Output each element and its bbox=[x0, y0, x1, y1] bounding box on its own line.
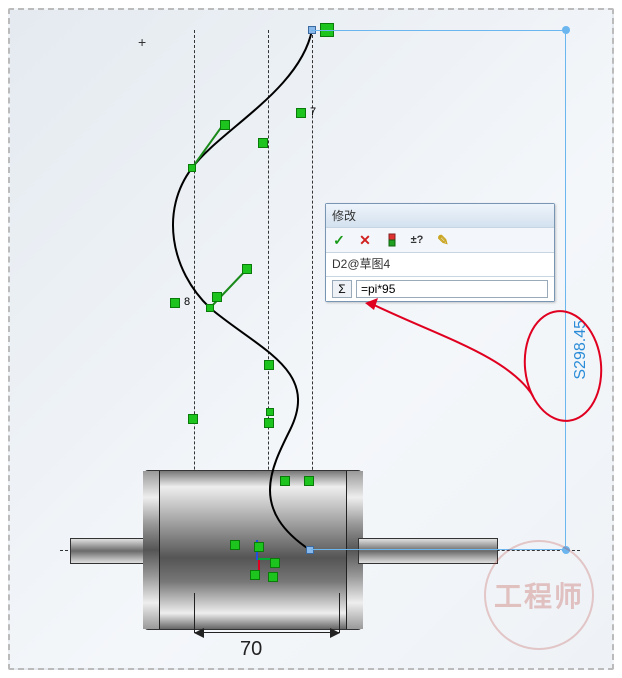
constraint-tangent-icon[interactable] bbox=[258, 138, 268, 148]
constraint-handle-icon-1[interactable] bbox=[220, 120, 230, 130]
dimension-horizontal-value[interactable]: 70 bbox=[240, 638, 262, 661]
constraint-vertical-icon[interactable] bbox=[264, 360, 274, 370]
tolerance-button[interactable]: ±? bbox=[408, 231, 426, 249]
rebuild-button[interactable] bbox=[382, 231, 400, 249]
constraint-icon-8[interactable] bbox=[254, 542, 264, 552]
dialog-toolbar: ✓ ✕ ±? ✎ bbox=[326, 227, 554, 253]
mark-button[interactable]: ✎ bbox=[434, 231, 452, 249]
spline-point-3[interactable] bbox=[266, 408, 274, 416]
dimension-input[interactable] bbox=[356, 280, 548, 298]
dialog-input-row: Σ bbox=[326, 276, 554, 301]
constraint-label-8: 8 bbox=[184, 296, 190, 308]
spline-point-2[interactable] bbox=[206, 304, 214, 312]
constraint-icon-10[interactable] bbox=[250, 570, 260, 580]
dimension-horizontal[interactable] bbox=[194, 632, 340, 633]
dimension-link-label: D2@草图4 bbox=[326, 253, 554, 276]
constraint-icon-6[interactable] bbox=[304, 476, 314, 486]
dimension-vertical-value[interactable]: S298.45 bbox=[572, 320, 590, 380]
constraint-label-7: 7 bbox=[310, 106, 316, 118]
constraint-icon-9[interactable] bbox=[270, 558, 280, 568]
constraint-icon-4[interactable] bbox=[264, 418, 274, 428]
constraint-horizontal-icon[interactable] bbox=[296, 108, 306, 118]
dimension-vertical[interactable] bbox=[565, 30, 566, 550]
cancel-button[interactable]: ✕ bbox=[356, 231, 374, 249]
constraint-icon-7[interactable] bbox=[230, 540, 240, 550]
dialog-title: 修改 bbox=[326, 204, 554, 227]
ok-button[interactable]: ✓ bbox=[330, 231, 348, 249]
constraint-vertical-icon-2[interactable] bbox=[188, 414, 198, 424]
constraint-icon-5[interactable] bbox=[280, 476, 290, 486]
constraint-icon-11[interactable] bbox=[268, 572, 278, 582]
canvas-frame: + 7 8 S2 bbox=[8, 8, 614, 670]
constraint-handle-icon-3[interactable] bbox=[242, 264, 252, 274]
constraint-horizontal-icon-2[interactable] bbox=[170, 298, 180, 308]
sigma-icon[interactable]: Σ bbox=[332, 280, 352, 298]
spline-endpoint-bottom[interactable] bbox=[306, 546, 314, 554]
spline-point-1[interactable] bbox=[188, 164, 196, 172]
modify-dialog[interactable]: 修改 ✓ ✕ ±? ✎ D2@草图4 Σ bbox=[325, 203, 555, 302]
constraint-handle-icon-2[interactable] bbox=[212, 292, 222, 302]
